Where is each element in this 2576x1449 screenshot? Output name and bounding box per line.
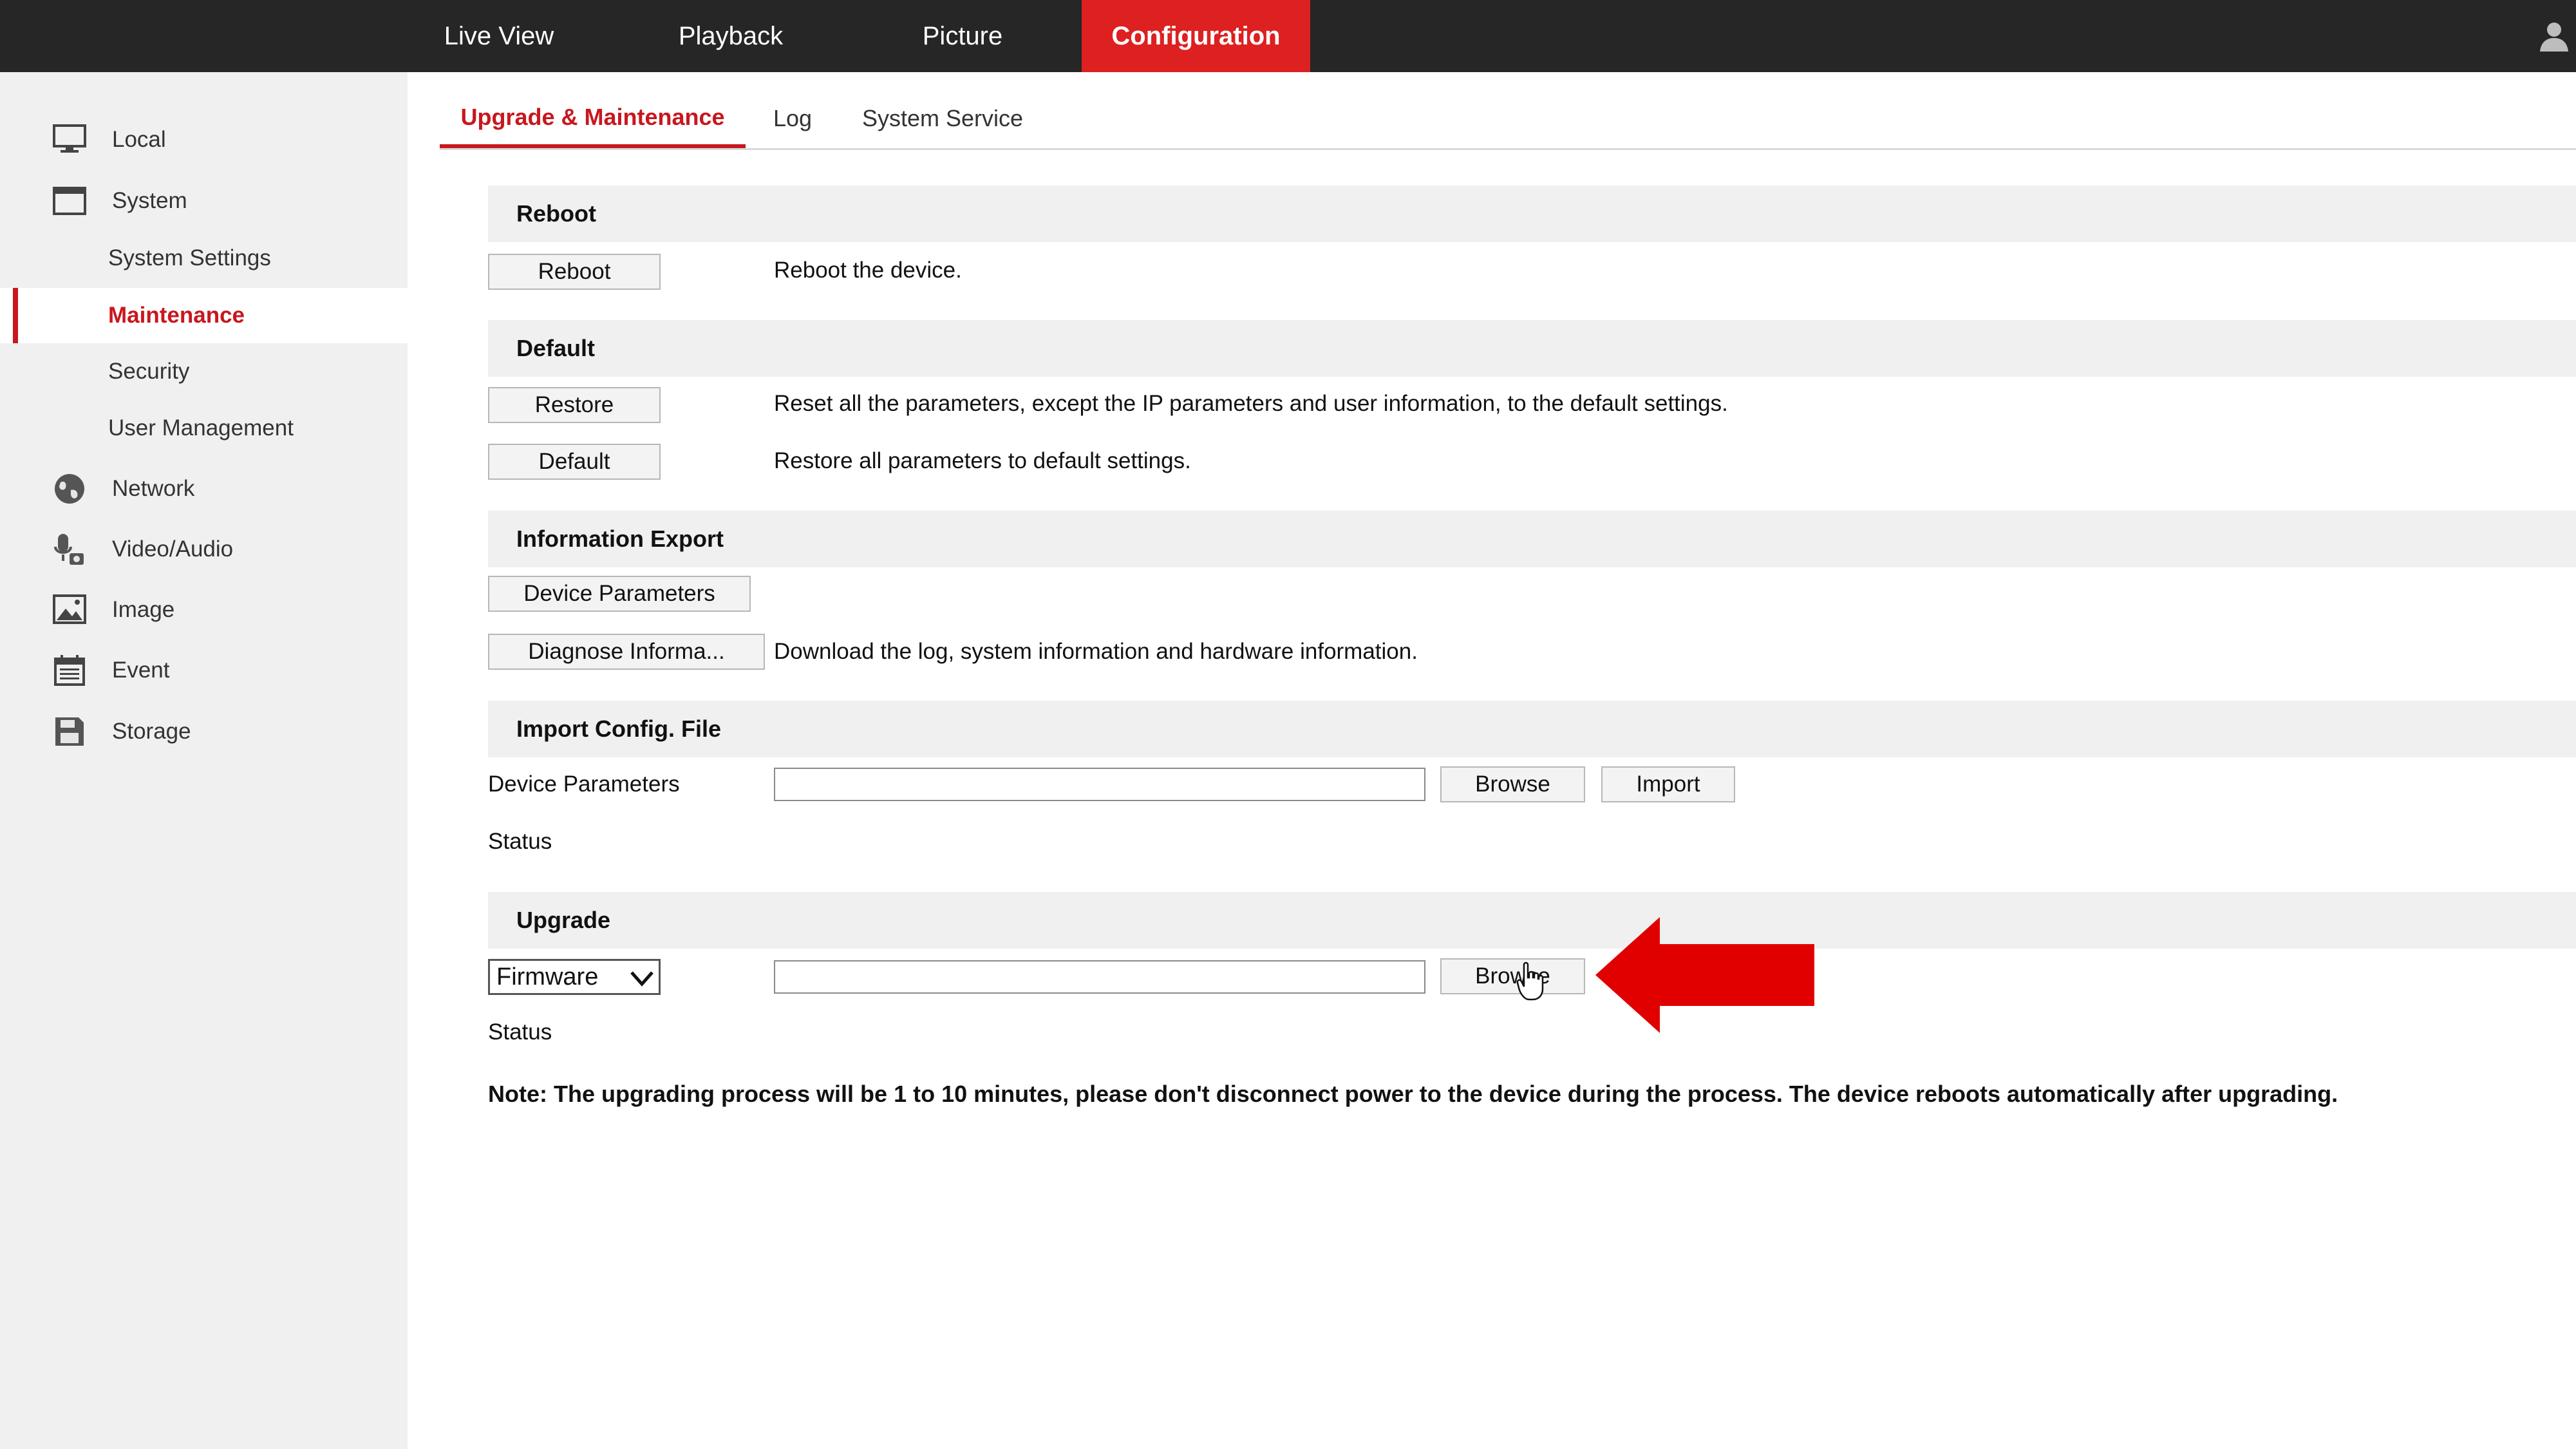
chevron-down-icon bbox=[630, 971, 653, 987]
user-icon[interactable] bbox=[2537, 19, 2571, 53]
restore-button[interactable]: Restore bbox=[488, 387, 661, 423]
section-import-config: Import Config. File bbox=[488, 701, 2576, 757]
device-parameters-label: Device Parameters bbox=[488, 772, 680, 797]
globe-icon bbox=[55, 474, 84, 504]
upgrade-type-select[interactable]: Firmware bbox=[488, 959, 661, 995]
sidebar-item-label: Video/Audio bbox=[112, 536, 234, 562]
diagnose-description: Download the log, system information and… bbox=[774, 639, 1418, 664]
sidebar-item-storage[interactable]: Storage bbox=[0, 704, 408, 759]
red-arrow-annotation bbox=[1595, 917, 1814, 1033]
nav-picture[interactable]: Picture bbox=[876, 0, 1049, 72]
sidebar-item-network[interactable]: Network bbox=[0, 461, 408, 516]
tab-bar: Upgrade & Maintenance Log System Service bbox=[440, 90, 2576, 150]
config-status-label: Status bbox=[488, 829, 552, 854]
active-indicator bbox=[13, 288, 18, 343]
sidebar-item-local[interactable]: Local bbox=[0, 112, 408, 167]
sidebar-item-user-management[interactable]: User Management bbox=[0, 401, 408, 456]
top-navigation-bar: Live View Playback Picture Configuration bbox=[0, 0, 2576, 72]
config-file-path-field[interactable] bbox=[774, 768, 1425, 801]
tab-log[interactable]: Log bbox=[773, 90, 812, 147]
import-button[interactable]: Import bbox=[1601, 766, 1735, 802]
section-title: Upgrade bbox=[516, 907, 611, 933]
section-title: Reboot bbox=[516, 200, 596, 227]
monitor-icon bbox=[53, 124, 86, 153]
sidebar-item-label: Network bbox=[112, 476, 195, 501]
nav-playback[interactable]: Playback bbox=[644, 0, 818, 72]
sidebar-item-event[interactable]: Event bbox=[0, 643, 408, 698]
default-description: Restore all parameters to default settin… bbox=[774, 448, 1191, 473]
default-button[interactable]: Default bbox=[488, 444, 661, 480]
firmware-file-path-field[interactable] bbox=[774, 960, 1425, 994]
section-upgrade: Upgrade bbox=[488, 892, 2576, 949]
select-value: Firmware bbox=[496, 963, 599, 990]
reboot-button[interactable]: Reboot bbox=[488, 254, 661, 290]
section-title: Default bbox=[516, 335, 596, 361]
sidebar-item-security[interactable]: Security bbox=[0, 344, 408, 399]
sidebar-item-system[interactable]: System bbox=[0, 173, 408, 229]
sidebar-item-maintenance[interactable]: Maintenance bbox=[0, 288, 408, 343]
sidebar-item-label: Local bbox=[112, 127, 166, 152]
sidebar-item-image[interactable]: Image bbox=[0, 582, 408, 638]
section-title: Information Export bbox=[516, 526, 724, 552]
tab-upgrade-maintenance[interactable]: Upgrade & Maintenance bbox=[440, 90, 746, 148]
firmware-browse-button[interactable]: Browse bbox=[1440, 958, 1585, 994]
system-window-icon bbox=[53, 187, 86, 215]
sidebar-item-video-audio[interactable]: Video/Audio bbox=[0, 522, 408, 577]
section-title: Import Config. File bbox=[516, 715, 721, 742]
sidebar-item-label: Event bbox=[112, 658, 170, 683]
calendar-icon bbox=[54, 655, 85, 686]
tab-system-service[interactable]: System Service bbox=[862, 90, 1023, 147]
section-information-export: Information Export bbox=[488, 511, 2576, 567]
reboot-description: Reboot the device. bbox=[774, 258, 962, 283]
sidebar-item-label: System bbox=[112, 188, 187, 213]
sidebar: Local System System Settings Maintenance… bbox=[0, 72, 408, 1449]
image-icon bbox=[53, 594, 86, 624]
nav-live-view[interactable]: Live View bbox=[412, 0, 586, 72]
diagnose-information-button[interactable]: Diagnose Informa... bbox=[488, 634, 765, 670]
restore-description: Reset all the parameters, except the IP … bbox=[774, 391, 1728, 416]
device-parameters-export-button[interactable]: Device Parameters bbox=[488, 576, 751, 612]
sidebar-item-label: Security bbox=[108, 359, 190, 384]
hand-cursor-icon bbox=[1516, 961, 1544, 1001]
upgrade-note: Note: The upgrading process will be 1 to… bbox=[488, 1081, 2338, 1107]
save-disk-icon bbox=[55, 717, 84, 746]
sidebar-item-label: Maintenance bbox=[108, 303, 245, 328]
upgrade-status-label: Status bbox=[488, 1019, 552, 1045]
sidebar-item-system-settings[interactable]: System Settings bbox=[0, 231, 408, 286]
section-default: Default bbox=[488, 320, 2576, 377]
sidebar-item-label: Storage bbox=[112, 719, 191, 744]
sidebar-item-label: System Settings bbox=[108, 245, 271, 270]
section-reboot: Reboot bbox=[488, 185, 2576, 242]
sidebar-item-label: Image bbox=[112, 597, 175, 622]
config-browse-button[interactable]: Browse bbox=[1440, 766, 1585, 802]
nav-configuration[interactable]: Configuration bbox=[1082, 0, 1310, 72]
sidebar-item-label: User Management bbox=[108, 415, 294, 440]
microphone-camera-icon bbox=[54, 534, 84, 565]
